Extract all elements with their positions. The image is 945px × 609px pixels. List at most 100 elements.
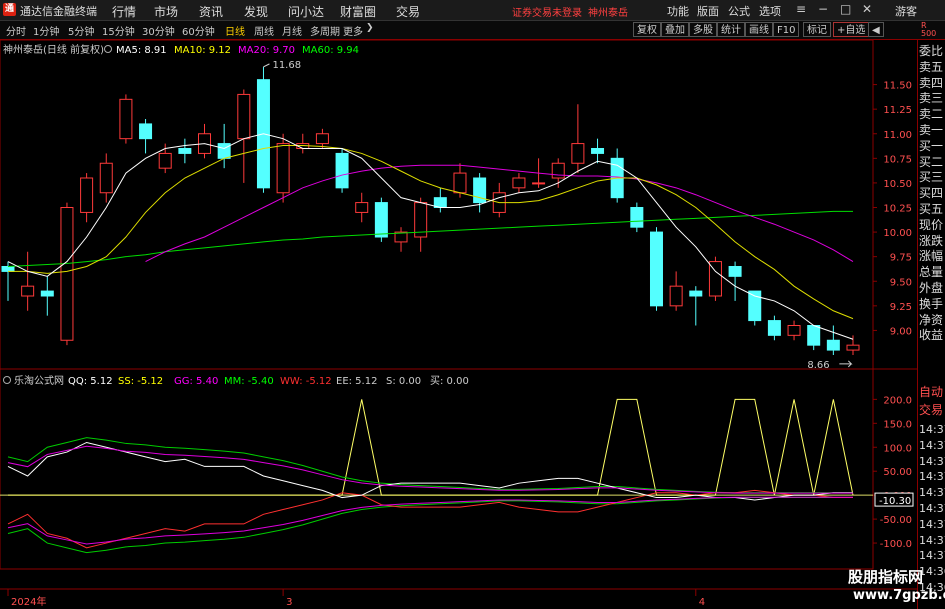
candle-body: [374, 202, 388, 238]
trade-item[interactable]: 自动: [919, 385, 945, 400]
candle-body: [807, 325, 821, 346]
login-status[interactable]: 证券交易未登录: [512, 4, 582, 19]
period-1min[interactable]: 1分钟: [33, 23, 59, 38]
chart-title: 神州泰岳(日线 前复权): [3, 43, 104, 56]
period-60min[interactable]: 60分钟: [182, 23, 215, 38]
ind-tick-label: 100.0: [883, 443, 912, 454]
menu-gongneng[interactable]: 功能: [667, 3, 689, 19]
x-axis-label-1: 3: [286, 597, 292, 608]
period-more[interactable]: 更多: [343, 23, 363, 38]
kline-chart[interactable]: 11.50 11.25 11.00 10.75 10.50 10.25 10.00 9.75 9…: [0, 40, 917, 609]
indicator-name: 乐淘公式网: [14, 374, 64, 387]
ma-legend-1: MA10: 9.12: [174, 45, 231, 56]
period-monthly[interactable]: 月线: [282, 23, 302, 38]
duogu-button[interactable]: 多股: [689, 22, 717, 37]
back-arrow-icon[interactable]: ◀: [868, 22, 884, 37]
add-favorite-button[interactable]: +自选: [833, 22, 870, 37]
candle-body: [689, 290, 703, 297]
quote-item: 换手: [919, 296, 944, 311]
trade-item[interactable]: 交易: [919, 403, 945, 418]
period-30min[interactable]: 30分钟: [142, 23, 175, 38]
quote-item: 涨幅: [919, 249, 944, 264]
trade-time: 14:37: [919, 438, 945, 452]
f10-button[interactable]: F10: [773, 22, 800, 37]
ind-tick-label: -100.0: [880, 539, 912, 550]
menu-jiaoyi[interactable]: 交易: [396, 3, 420, 20]
menu-xuanxiang[interactable]: 选项: [759, 3, 781, 19]
quote-item: 买五: [919, 202, 944, 216]
x-axis-label-2: 4: [699, 597, 705, 608]
menu-shichang[interactable]: 市场: [154, 3, 178, 20]
ind-legend-0: QQ: 5.12: [68, 376, 113, 387]
period-daily[interactable]: 日线: [225, 23, 245, 38]
quote-item: 涨跌: [919, 233, 944, 248]
qq-line: [7, 441, 853, 501]
period-fenshi[interactable]: 分时: [6, 23, 26, 38]
more-chevron-icon[interactable]: ❯: [366, 23, 374, 33]
y-tick-label: 10.00: [883, 228, 912, 239]
quote-item: 收益: [919, 328, 944, 343]
quote-item: 总量: [919, 265, 944, 280]
ind-tick-label: 200.0: [883, 395, 912, 406]
fuquan-button[interactable]: 复权: [633, 22, 661, 37]
menu-hangqing[interactable]: 行情: [112, 3, 136, 20]
y-tick-label: 11.00: [883, 130, 912, 141]
ind-settings-icon: [3, 376, 11, 384]
candle-body: [532, 182, 546, 185]
ma60-line: [7, 210, 853, 267]
ma-legend-0: MA5: 8.91: [116, 45, 167, 56]
ind-tick-label: 150.0: [883, 419, 912, 430]
gg-line: [7, 437, 853, 494]
candle-body: [571, 143, 585, 164]
candle-body: [40, 290, 54, 297]
biaoji-button[interactable]: 标记: [803, 22, 831, 37]
period-weekly[interactable]: 周线: [254, 23, 274, 38]
ind-legend-1: SS: -5.12: [118, 376, 163, 387]
candle-body: [728, 266, 742, 277]
quote-item: 卖二: [919, 107, 944, 122]
trade-time: 14:37: [919, 533, 945, 547]
window-menu-icon[interactable]: ≡: [796, 2, 806, 16]
ind-legend-7: 买: 0.00: [430, 375, 469, 387]
trade-time: 14:37: [919, 423, 945, 436]
period-multi[interactable]: 多周期: [310, 23, 340, 38]
guest-label[interactable]: 游客: [895, 3, 917, 19]
menu-caifuquan[interactable]: 财富圈: [340, 3, 376, 20]
y-tick-label: 9.00: [890, 326, 912, 337]
close-icon[interactable]: ✕: [862, 2, 872, 16]
ind-tick-label: -50.00: [880, 515, 912, 526]
candle-body: [178, 148, 192, 154]
trade-time: 14:37: [919, 470, 945, 484]
candle-body: [158, 152, 172, 169]
candle-body: [60, 207, 74, 341]
low-price-label: 8.66: [807, 360, 829, 371]
ma5-line: [7, 133, 854, 340]
candle-body: [119, 98, 133, 140]
y-tick-label: 9.75: [890, 253, 912, 264]
menu-faxian[interactable]: 发现: [244, 3, 268, 20]
maximize-icon[interactable]: □: [840, 2, 851, 16]
tongji-button[interactable]: 统计: [717, 22, 745, 37]
huaxian-button[interactable]: 画线: [745, 22, 773, 37]
diejia-button[interactable]: 叠加: [661, 22, 689, 37]
trade-time: 14:37: [919, 454, 945, 468]
y-tick-label: 9.25: [890, 302, 912, 313]
high-price-label: 11.68: [272, 60, 301, 71]
low-marker: [839, 360, 853, 368]
period-15min[interactable]: 15分钟: [102, 23, 135, 38]
menu-zixun[interactable]: 资讯: [199, 3, 223, 20]
ma-legend-3: MA60: 9.94: [302, 45, 359, 56]
minimize-icon[interactable]: −: [818, 2, 828, 16]
candle-body: [276, 143, 290, 194]
panel-header-500: 500: [921, 29, 937, 38]
period-5min[interactable]: 5分钟: [68, 23, 94, 38]
menu-wenxiaoda[interactable]: 问小达: [288, 3, 324, 20]
candle-body: [315, 133, 329, 145]
menu-gongshi[interactable]: 公式: [728, 3, 750, 19]
menu-banmian[interactable]: 版面: [697, 3, 719, 19]
candle-body: [649, 231, 663, 307]
y-tick-label: 9.50: [890, 277, 912, 288]
candle-body: [826, 339, 840, 351]
candle-body: [551, 162, 565, 179]
app-title: 通达信金融终端: [20, 5, 97, 18]
